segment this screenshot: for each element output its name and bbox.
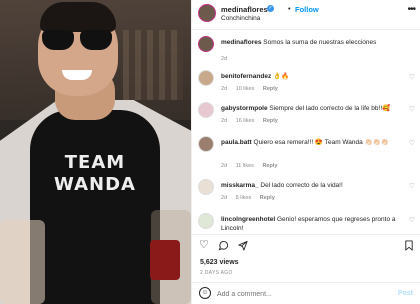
bookmark-icon[interactable] [404,240,414,254]
heart-icon[interactable]: ♡ [409,105,415,113]
reply-button[interactable]: Reply [263,86,278,92]
post-date: 2 DAYS AGO [200,270,233,276]
post-location[interactable]: Conchinchina [221,15,260,22]
comment-time: 2d [221,163,228,169]
comment-likes[interactable]: 16 likes [236,118,255,124]
caption-text: Somos la suma de nuestras elecciones [263,39,377,46]
comment-icon[interactable] [218,240,229,254]
reply-button[interactable]: Reply [263,118,278,124]
comment-username[interactable]: lincolngreenhotel [221,216,275,223]
follow-button[interactable]: Follow [295,5,319,14]
heart-icon[interactable]: ♡ [409,73,415,81]
view-count[interactable]: 5,623 views [200,259,239,266]
comment-avatar[interactable] [198,102,214,118]
emoji-icon[interactable]: ☺ [199,287,211,299]
comment-likes[interactable]: 10 likes [236,86,255,92]
post-button[interactable]: Post [398,290,413,297]
caption-username[interactable]: medinaflores [221,39,261,46]
author-avatar[interactable] [198,4,216,22]
comment-avatar[interactable] [198,179,214,195]
comment-username[interactable]: paula.batt [221,139,252,146]
heart-icon[interactable]: ♡ [409,182,415,190]
separator-dot: • [288,4,291,13]
comment-time: 2d [221,118,228,124]
shirt-print: TEAM WANDA [30,152,160,196]
add-comment-bar: ☺ Post [192,282,420,304]
post-photo[interactable]: TEAM WANDA [0,0,191,304]
red-cup [150,240,180,280]
comment-text: Del lado correcto de la vida!! [260,182,343,189]
comment-text: Quiero esa remera!!! 😍 Team Wanda 👏🏻👏🏻👏🏻 [253,139,389,146]
shirt-line-1: TEAM [64,152,126,173]
sunglasses [40,30,114,52]
post-header: medinaflores ✓ • Follow Conchinchina ••• [192,0,420,30]
comment-username[interactable]: misskarma_ [221,182,259,189]
background-bottles [123,30,183,100]
caption-time: 2d [221,56,228,62]
author-username[interactable]: medinaflores [221,5,268,14]
comment-likes[interactable]: 8 likes [236,195,252,201]
comment-input[interactable] [217,287,377,301]
caption-avatar[interactable] [198,36,214,52]
post-panel: medinaflores ✓ • Follow Conchinchina •••… [191,0,420,304]
heart-icon[interactable]: ♡ [199,240,209,251]
reply-button[interactable]: Reply [260,195,275,201]
comments-list[interactable]: medinaflores Somos la suma de nuestras e… [192,32,420,232]
heart-icon[interactable]: ♡ [409,216,415,224]
comment-username[interactable]: benitofernandez [221,73,271,80]
comment-avatar[interactable] [198,136,214,152]
comment-text: Siempre del lado correcto de la life bb!… [269,105,391,112]
comment-time: 2d [221,86,228,92]
action-bar: ♡ [192,234,420,254]
more-icon[interactable]: ••• [407,4,415,15]
comment-text: 👌🔥 [273,73,290,80]
hair [40,2,116,32]
verified-icon: ✓ [267,5,274,12]
comment-time: 2d [221,195,228,201]
comment-avatar[interactable] [198,213,214,229]
shirt-line-2: WANDA [54,174,136,195]
comment-avatar[interactable] [198,70,214,86]
reply-button[interactable]: Reply [262,163,277,169]
black-shirt [30,110,160,304]
heart-icon[interactable]: ♡ [409,139,415,147]
share-icon[interactable] [237,240,248,254]
drink-glass [0,220,45,304]
comment-username[interactable]: gabystormpole [221,105,268,112]
comment-likes[interactable]: 11 likes [236,163,254,169]
